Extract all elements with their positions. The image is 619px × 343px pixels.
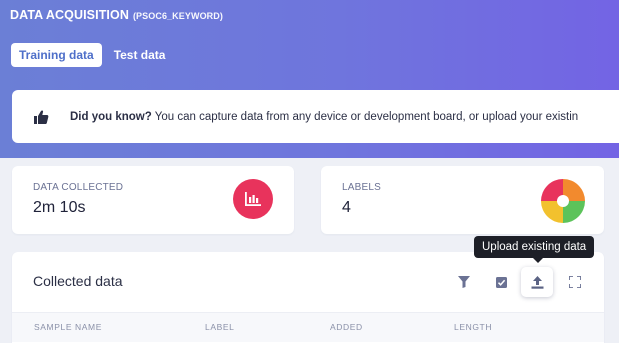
did-you-know-banner: Did you know? You can capture data from a… bbox=[12, 90, 619, 143]
page-header-banner: DATA ACQUISITION (PSOC6_KEYWORD) Trainin… bbox=[0, 0, 619, 158]
column-added[interactable]: ADDED bbox=[330, 322, 363, 332]
banner-body-text: You can capture data from any device or … bbox=[154, 110, 579, 123]
data-collected-label: DATA COLLECTED bbox=[33, 182, 124, 193]
filter-button[interactable] bbox=[448, 267, 480, 297]
filter-icon bbox=[458, 276, 470, 288]
pie-chart-icon bbox=[541, 179, 585, 223]
data-collected-value: 2m 10s bbox=[33, 199, 86, 216]
bar-chart-icon bbox=[233, 179, 273, 219]
labels-value: 4 bbox=[342, 199, 351, 216]
labels-label: LABELS bbox=[342, 182, 382, 193]
upload-icon bbox=[531, 275, 543, 289]
column-label[interactable]: LABEL bbox=[205, 322, 234, 332]
tab-test-data[interactable]: Test data bbox=[106, 43, 174, 67]
column-length[interactable]: LENGTH bbox=[454, 322, 492, 332]
banner-message: Did you know? You can capture data from a… bbox=[70, 111, 578, 123]
data-tabs: Training data Test data bbox=[11, 43, 173, 67]
column-sample-name[interactable]: SAMPLE NAME bbox=[34, 322, 102, 332]
page-title: DATA ACQUISITION (PSOC6_KEYWORD) bbox=[10, 8, 223, 22]
thumbs-up-icon bbox=[34, 109, 49, 124]
fullscreen-icon bbox=[569, 276, 581, 288]
table-header: SAMPLE NAME LABEL ADDED LENGTH bbox=[12, 312, 604, 342]
data-collected-card: DATA COLLECTED 2m 10s bbox=[12, 166, 294, 234]
fullscreen-button[interactable] bbox=[559, 267, 591, 297]
collected-data-title: Collected data bbox=[33, 273, 123, 289]
banner-bold-text: Did you know? bbox=[70, 110, 152, 123]
collected-data-card: Collected data SAMPLE NAME LABEL ADDED L… bbox=[12, 252, 604, 343]
upload-tooltip: Upload existing data bbox=[474, 236, 595, 263]
labels-card: LABELS 4 bbox=[321, 166, 604, 234]
page-title-text: DATA ACQUISITION bbox=[10, 8, 129, 22]
tab-training-data[interactable]: Training data bbox=[11, 43, 102, 67]
select-checkbox-icon bbox=[495, 276, 507, 288]
upload-button[interactable] bbox=[521, 267, 553, 297]
select-button[interactable] bbox=[485, 267, 517, 297]
project-name: (PSOC6_KEYWORD) bbox=[132, 11, 223, 21]
